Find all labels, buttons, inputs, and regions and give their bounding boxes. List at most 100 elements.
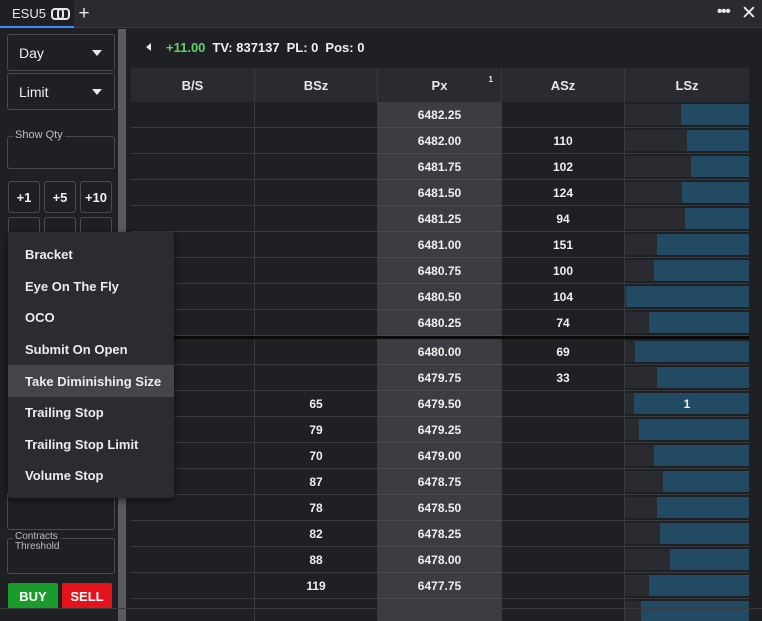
ask-size-cell[interactable]: 151 bbox=[502, 232, 625, 258]
last-size-cell[interactable] bbox=[625, 417, 749, 443]
last-size-cell[interactable] bbox=[625, 102, 749, 128]
header-lsz[interactable]: LSz bbox=[625, 68, 749, 102]
bid-size-cell[interactable] bbox=[255, 258, 378, 284]
bid-size-cell[interactable]: 79 bbox=[255, 417, 378, 443]
price-cell[interactable]: 6478.25 bbox=[378, 521, 502, 547]
last-size-cell[interactable]: 1 bbox=[625, 391, 749, 417]
bs-cell[interactable] bbox=[131, 495, 255, 521]
price-cell[interactable]: 6479.00 bbox=[378, 443, 502, 469]
bid-size-cell[interactable]: 87 bbox=[255, 469, 378, 495]
tab-esu5[interactable]: ESU5 bbox=[0, 0, 74, 28]
ask-size-cell[interactable] bbox=[502, 443, 625, 469]
bs-cell[interactable] bbox=[131, 547, 255, 573]
bid-size-cell[interactable]: 88 bbox=[255, 547, 378, 573]
last-size-cell[interactable] bbox=[625, 284, 749, 310]
new-tab-button[interactable]: + bbox=[76, 3, 92, 25]
ask-size-cell[interactable] bbox=[502, 599, 625, 621]
last-size-cell[interactable] bbox=[625, 495, 749, 521]
header-bsz[interactable]: BSz bbox=[255, 68, 378, 102]
menu-item-submit-on-open[interactable]: Submit On Open bbox=[8, 334, 174, 366]
price-cell[interactable] bbox=[378, 599, 502, 621]
ask-size-cell[interactable] bbox=[502, 495, 625, 521]
ask-size-cell[interactable] bbox=[502, 547, 625, 573]
bid-size-cell[interactable]: 70 bbox=[255, 443, 378, 469]
price-cell[interactable]: 6480.00 bbox=[378, 339, 502, 365]
ask-size-cell[interactable]: 104 bbox=[502, 284, 625, 310]
bid-size-cell[interactable]: 82 bbox=[255, 521, 378, 547]
last-size-cell[interactable] bbox=[625, 599, 749, 621]
price-cell[interactable]: 6482.00 bbox=[378, 128, 502, 154]
menu-item-trailing-stop-limit[interactable]: Trailing Stop Limit bbox=[8, 429, 174, 461]
ask-size-cell[interactable]: 100 bbox=[502, 258, 625, 284]
time-in-force-dropdown[interactable]: Day bbox=[7, 34, 115, 71]
price-cell[interactable]: 6480.50 bbox=[378, 284, 502, 310]
bid-size-cell[interactable] bbox=[255, 128, 378, 154]
bs-cell[interactable] bbox=[131, 521, 255, 547]
link-icon[interactable] bbox=[50, 8, 70, 20]
more-options-icon[interactable]: ••• bbox=[717, 3, 731, 20]
header-px[interactable]: Px 1 bbox=[378, 68, 502, 102]
price-cell[interactable]: 6478.00 bbox=[378, 547, 502, 573]
bid-size-cell[interactable]: 78 bbox=[255, 495, 378, 521]
bs-cell[interactable] bbox=[131, 573, 255, 599]
price-cell[interactable]: 6481.00 bbox=[378, 232, 502, 258]
menu-item-bracket[interactable]: Bracket bbox=[8, 239, 174, 271]
bid-size-cell[interactable] bbox=[255, 206, 378, 232]
price-cell[interactable]: 6477.75 bbox=[378, 573, 502, 599]
collapse-left-icon[interactable] bbox=[146, 43, 151, 51]
last-size-cell[interactable] bbox=[625, 232, 749, 258]
ask-size-cell[interactable] bbox=[502, 102, 625, 128]
bid-size-cell[interactable]: 65 bbox=[255, 391, 378, 417]
bs-cell[interactable] bbox=[131, 206, 255, 232]
price-cell[interactable]: 6480.75 bbox=[378, 258, 502, 284]
last-size-cell[interactable] bbox=[625, 521, 749, 547]
last-size-cell[interactable] bbox=[625, 206, 749, 232]
bid-size-cell[interactable]: 119 bbox=[255, 573, 378, 599]
last-size-cell[interactable] bbox=[625, 339, 749, 365]
last-size-cell[interactable] bbox=[625, 128, 749, 154]
qty-plus-5-button[interactable]: +5 bbox=[44, 181, 76, 213]
order-type-dropdown[interactable]: Limit bbox=[7, 73, 115, 110]
bid-size-cell[interactable] bbox=[255, 102, 378, 128]
last-size-cell[interactable] bbox=[625, 310, 749, 336]
header-asz[interactable]: ASz bbox=[502, 68, 625, 102]
bid-size-cell[interactable] bbox=[255, 180, 378, 206]
bid-size-cell[interactable] bbox=[255, 284, 378, 310]
price-cell[interactable]: 6480.25 bbox=[378, 310, 502, 336]
last-size-cell[interactable] bbox=[625, 154, 749, 180]
bid-size-cell[interactable] bbox=[255, 599, 378, 621]
qty-plus-10-button[interactable]: +10 bbox=[80, 181, 112, 213]
menu-item-trailing-stop[interactable]: Trailing Stop bbox=[8, 397, 174, 429]
bs-cell[interactable] bbox=[131, 128, 255, 154]
close-icon[interactable]: ✕ bbox=[741, 2, 757, 25]
ask-size-cell[interactable]: 74 bbox=[502, 310, 625, 336]
bs-cell[interactable] bbox=[131, 599, 255, 621]
price-cell[interactable]: 6478.50 bbox=[378, 495, 502, 521]
ask-size-cell[interactable] bbox=[502, 521, 625, 547]
bs-cell[interactable] bbox=[131, 180, 255, 206]
ask-size-cell[interactable]: 33 bbox=[502, 365, 625, 391]
bid-size-cell[interactable] bbox=[255, 154, 378, 180]
ask-size-cell[interactable] bbox=[502, 573, 625, 599]
price-cell[interactable]: 6481.75 bbox=[378, 154, 502, 180]
ask-size-cell[interactable]: 94 bbox=[502, 206, 625, 232]
price-cell[interactable]: 6481.50 bbox=[378, 180, 502, 206]
bid-size-cell[interactable] bbox=[255, 339, 378, 365]
last-size-cell[interactable] bbox=[625, 365, 749, 391]
menu-item-oco[interactable]: OCO bbox=[8, 302, 174, 334]
ask-size-cell[interactable]: 110 bbox=[502, 128, 625, 154]
ask-size-cell[interactable]: 124 bbox=[502, 180, 625, 206]
bid-size-cell[interactable] bbox=[255, 310, 378, 336]
last-size-cell[interactable] bbox=[625, 258, 749, 284]
price-cell[interactable]: 6479.75 bbox=[378, 365, 502, 391]
price-cell[interactable]: 6479.50 bbox=[378, 391, 502, 417]
menu-item-volume-stop[interactable]: Volume Stop bbox=[8, 460, 174, 492]
last-size-cell[interactable] bbox=[625, 180, 749, 206]
header-bs[interactable]: B/S bbox=[131, 68, 255, 102]
ask-size-cell[interactable] bbox=[502, 469, 625, 495]
buy-button[interactable]: BUY bbox=[8, 583, 58, 609]
ask-size-cell[interactable] bbox=[502, 391, 625, 417]
menu-item-eye-on-the-fly[interactable]: Eye On The Fly bbox=[8, 271, 174, 303]
last-size-cell[interactable] bbox=[625, 443, 749, 469]
price-cell[interactable]: 6481.25 bbox=[378, 206, 502, 232]
